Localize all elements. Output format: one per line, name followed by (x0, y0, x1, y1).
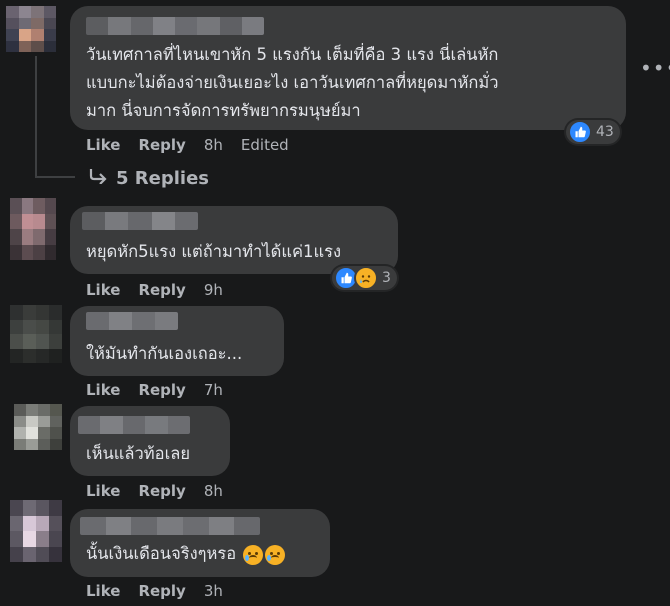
reaction-count: 3 (382, 270, 391, 286)
reaction-count: 43 (596, 124, 614, 140)
blurred-author-name (80, 517, 260, 535)
comment-text-line: นั้นเงินเดือนจริงๆหรอ (86, 540, 286, 568)
thread-connector (35, 56, 37, 178)
timestamp[interactable]: 8h (204, 136, 223, 154)
like-button[interactable]: Like (86, 381, 120, 399)
blurred-author-name (78, 416, 190, 434)
comment-actions: Like Reply 3h (86, 582, 241, 600)
like-icon (568, 120, 592, 144)
blurred-author-name (86, 17, 264, 35)
like-button[interactable]: Like (86, 582, 120, 600)
avatar[interactable] (10, 500, 62, 562)
comment-bubble: ให้มันทำกันเองเถอะ... (70, 306, 284, 376)
blurred-author-name (86, 312, 178, 330)
comment-text-line: แบบกะไม่ต้องจ่ายเงินเยอะไง เอาวันเทศกาลท… (86, 73, 499, 92)
blurred-author-name (82, 212, 198, 230)
sad-icon (354, 266, 378, 290)
edited-label: Edited (240, 136, 289, 154)
like-button[interactable]: Like (86, 482, 120, 500)
crying-face-emoji (265, 544, 286, 565)
comment-text-line: หยุดหัก5แรง แต่ถ้ามาทำได้แค่1แรง (86, 242, 342, 261)
like-button[interactable]: Like (86, 136, 120, 154)
reply-button[interactable]: Reply (138, 136, 185, 154)
comment-text: นั้นเงินเดือนจริงๆหรอ (86, 544, 237, 563)
comment-text-line: วันเทศกาลที่ไหนเขาหัก 5 แรงกัน เต็มที่คื… (86, 45, 499, 64)
comment-actions: Like Reply 8h Edited (86, 136, 289, 154)
comment-actions: Like Reply 7h (86, 381, 241, 399)
timestamp[interactable]: 7h (204, 381, 223, 399)
timestamp[interactable]: 9h (204, 281, 223, 299)
avatar[interactable] (10, 305, 62, 363)
reply-button[interactable]: Reply (138, 482, 185, 500)
view-replies-link[interactable]: 5 Replies (88, 168, 209, 189)
comment-text-line: เห็นแล้วท้อเลย (86, 444, 191, 463)
comment-bubble: เห็นแล้วท้อเลย (70, 406, 230, 476)
reaction-summary[interactable]: 3 (332, 266, 397, 290)
comment-bubble: หยุดหัก5แรง แต่ถ้ามาทำได้แค่1แรง (70, 206, 398, 274)
crying-face-emoji (243, 544, 264, 565)
comment-bubble: วันเทศกาลที่ไหนเขาหัก 5 แรงกัน เต็มที่คื… (70, 6, 626, 130)
comment-bubble: นั้นเงินเดือนจริงๆหรอ (70, 509, 330, 577)
avatar[interactable] (10, 198, 56, 260)
reply-arrow-icon (88, 168, 108, 189)
like-button[interactable]: Like (86, 281, 120, 299)
timestamp[interactable]: 3h (204, 582, 223, 600)
comment-text-line: ให้มันทำกันเองเถอะ... (86, 344, 243, 363)
thread-connector-corner (35, 176, 75, 178)
avatar[interactable] (14, 404, 62, 450)
comment-text-line: มาก นี่จบการจัดการทรัพยากรมนุษย์มา (86, 101, 361, 120)
reaction-summary[interactable]: 43 (566, 120, 620, 144)
timestamp[interactable]: 8h (204, 482, 223, 500)
comment-actions: Like Reply 9h (86, 281, 241, 299)
more-options-icon[interactable]: ••• (640, 56, 670, 80)
reply-button[interactable]: Reply (138, 381, 185, 399)
reply-button[interactable]: Reply (138, 281, 185, 299)
reply-button[interactable]: Reply (138, 582, 185, 600)
comment-actions: Like Reply 8h (86, 482, 241, 500)
replies-label: 5 Replies (116, 168, 210, 189)
avatar[interactable] (6, 6, 56, 52)
